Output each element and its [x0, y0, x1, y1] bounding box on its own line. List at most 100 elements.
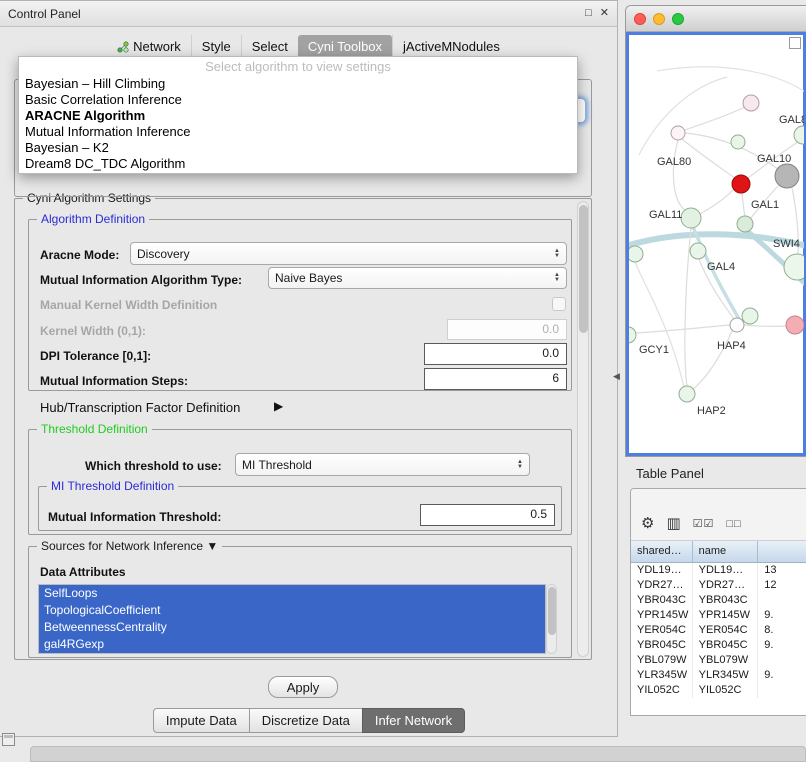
list-item[interactable]: gal4RGexp	[39, 636, 545, 653]
tab-jactivemnodules[interactable]: jActiveMNodules	[392, 35, 510, 58]
algorithm-option[interactable]: Bayesian – Hill Climbing	[19, 76, 577, 92]
settings-scrollbar[interactable]	[577, 201, 589, 657]
network-node[interactable]	[681, 208, 701, 228]
mi-type-combobox[interactable]: Naive Bayes ▲ ▼	[268, 267, 567, 289]
network-edge[interactable]	[657, 67, 804, 93]
data-attributes-list[interactable]: SelfLoops TopologicalCoefficient Between…	[38, 584, 546, 654]
table-row[interactable]: YBR043CYBR043C	[631, 593, 806, 608]
table-row[interactable]: YER054CYER054C8.	[631, 623, 806, 638]
zoom-window-icon[interactable]	[672, 13, 684, 25]
network-node[interactable]	[784, 254, 804, 280]
splitter-collapse-icon[interactable]: ◀	[613, 371, 620, 382]
algorithm-option-selected[interactable]: ARACNE Algorithm	[19, 108, 577, 124]
tab-impute-data[interactable]: Impute Data	[153, 708, 250, 733]
tab-style[interactable]: Style	[191, 35, 241, 58]
network-edge[interactable]	[693, 227, 739, 319]
network-node[interactable]	[794, 126, 804, 144]
network-edge[interactable]	[744, 325, 789, 326]
data-attributes-label: Data Attributes	[40, 565, 126, 579]
table-row[interactable]: YDR27…YDR27…12	[631, 578, 806, 593]
list-scrollbar[interactable]	[546, 584, 557, 654]
list-scrollbar-thumb[interactable]	[548, 587, 556, 635]
network-edge[interactable]	[685, 106, 747, 130]
close-window-icon[interactable]	[634, 13, 646, 25]
network-edge[interactable]	[673, 140, 686, 211]
column-header[interactable]: name	[693, 541, 759, 562]
tab-cyni-toolbox[interactable]: Cyni Toolbox	[298, 35, 392, 58]
network-edge[interactable]	[639, 77, 727, 155]
network-node[interactable]	[690, 243, 706, 259]
algorithm-option[interactable]: Mutual Information Inference	[19, 124, 577, 140]
mi-threshold-input[interactable]: 0.5	[420, 504, 555, 526]
select-all-checkboxes-icon[interactable]: ☑☑	[693, 516, 715, 532]
table-cell	[758, 683, 806, 698]
network-node[interactable]	[732, 175, 750, 193]
mi-steps-input[interactable]: 6	[424, 368, 567, 390]
network-node[interactable]	[629, 327, 636, 343]
network-node[interactable]	[731, 135, 745, 149]
network-node[interactable]	[629, 246, 643, 262]
list-item[interactable]: TopologicalCoefficient	[39, 602, 545, 619]
gear-icon[interactable]: ⚙	[641, 516, 654, 532]
stepper-arrows-icon: ▲ ▼	[517, 460, 523, 470]
network-edge[interactable]	[635, 262, 684, 387]
float-panel-icon[interactable]: □	[585, 8, 592, 19]
table-row[interactable]: YBR045CYBR045C9.	[631, 638, 806, 653]
column-header[interactable]	[758, 541, 806, 562]
tab-discretize-data[interactable]: Discretize Data	[249, 708, 363, 733]
kernel-width-input[interactable]: 0.0	[447, 319, 567, 340]
apply-button[interactable]: Apply	[268, 676, 338, 698]
network-node[interactable]	[743, 95, 759, 111]
which-threshold-combobox[interactable]: MI Threshold ▲ ▼	[235, 453, 530, 476]
network-node[interactable]	[730, 318, 744, 332]
tab-infer-network[interactable]: Infer Network	[362, 708, 465, 733]
column-header[interactable]: shared…	[631, 541, 693, 562]
columns-icon[interactable]: ▥	[666, 516, 680, 532]
list-item[interactable]: SelfLoops	[39, 585, 545, 602]
algorithm-option[interactable]: Basic Correlation Inference	[19, 92, 577, 108]
collapsed-arrow-icon[interactable]: ▶	[274, 399, 283, 413]
list-item[interactable]: BetweennessCentrality	[39, 619, 545, 636]
table-row[interactable]: YLR345WYLR345W9.	[631, 668, 806, 683]
algorithm-option[interactable]: Bayesian – K2	[19, 140, 577, 156]
network-canvas[interactable]: GAL8GAL80GAL10GAL11GAL1SWI4GAL4GCY1HAP4H…	[626, 32, 806, 456]
deselect-all-checkboxes-icon[interactable]: □□	[726, 516, 741, 532]
tab-label: Network	[133, 39, 181, 54]
table-cell: 13	[758, 563, 806, 578]
network-edge[interactable]	[692, 329, 733, 390]
network-edge[interactable]	[635, 325, 730, 333]
algorithm-dropdown-placeholder: Select algorithm to view settings	[19, 59, 577, 76]
network-node[interactable]	[671, 126, 685, 140]
network-node[interactable]	[742, 308, 758, 324]
aracne-mode-combobox[interactable]: Discovery ▲ ▼	[130, 242, 567, 265]
table-row[interactable]: YIL052CYIL052C	[631, 683, 806, 698]
manual-kernel-checkbox[interactable]	[552, 297, 566, 311]
network-node[interactable]	[737, 216, 753, 232]
table-row[interactable]: YBL079WYBL079W	[631, 653, 806, 668]
close-panel-icon[interactable]: ✕	[600, 8, 609, 19]
mi-threshold-label: Mutual Information Threshold:	[48, 510, 221, 524]
dpi-tolerance-input[interactable]: 0.0	[424, 343, 567, 365]
sources-group-title[interactable]: Sources for Network Inference ▼	[37, 539, 222, 553]
network-edge[interactable]	[742, 193, 745, 216]
network-node[interactable]	[786, 316, 804, 334]
tab-network[interactable]: Network	[107, 35, 191, 58]
manual-kernel-label: Manual Kernel Width Definition	[40, 298, 217, 312]
table-row[interactable]: YPR145WYPR145W9.	[631, 608, 806, 623]
algorithm-option[interactable]: Dream8 DC_TDC Algorithm	[19, 156, 577, 172]
table-row[interactable]: YDL19…YDL19…13	[631, 563, 806, 578]
tab-select[interactable]: Select	[241, 35, 298, 58]
tab-label: Select	[252, 39, 288, 54]
control-panel-title: Control Panel	[8, 7, 81, 21]
table-panel-title: Table Panel	[636, 466, 704, 481]
settings-scrollbar-thumb[interactable]	[579, 205, 588, 333]
network-window-titlebar[interactable]	[626, 6, 806, 32]
network-node[interactable]	[775, 164, 799, 188]
restore-panel-icon[interactable]	[2, 733, 15, 746]
canvas-corner-box[interactable]	[789, 37, 801, 49]
hub-definition-label[interactable]: Hub/Transcription Factor Definition	[40, 400, 240, 415]
network-edge[interactable]	[698, 187, 736, 215]
network-node[interactable]	[679, 386, 695, 402]
network-node-label: GAL11	[649, 209, 682, 221]
minimize-window-icon[interactable]	[653, 13, 665, 25]
